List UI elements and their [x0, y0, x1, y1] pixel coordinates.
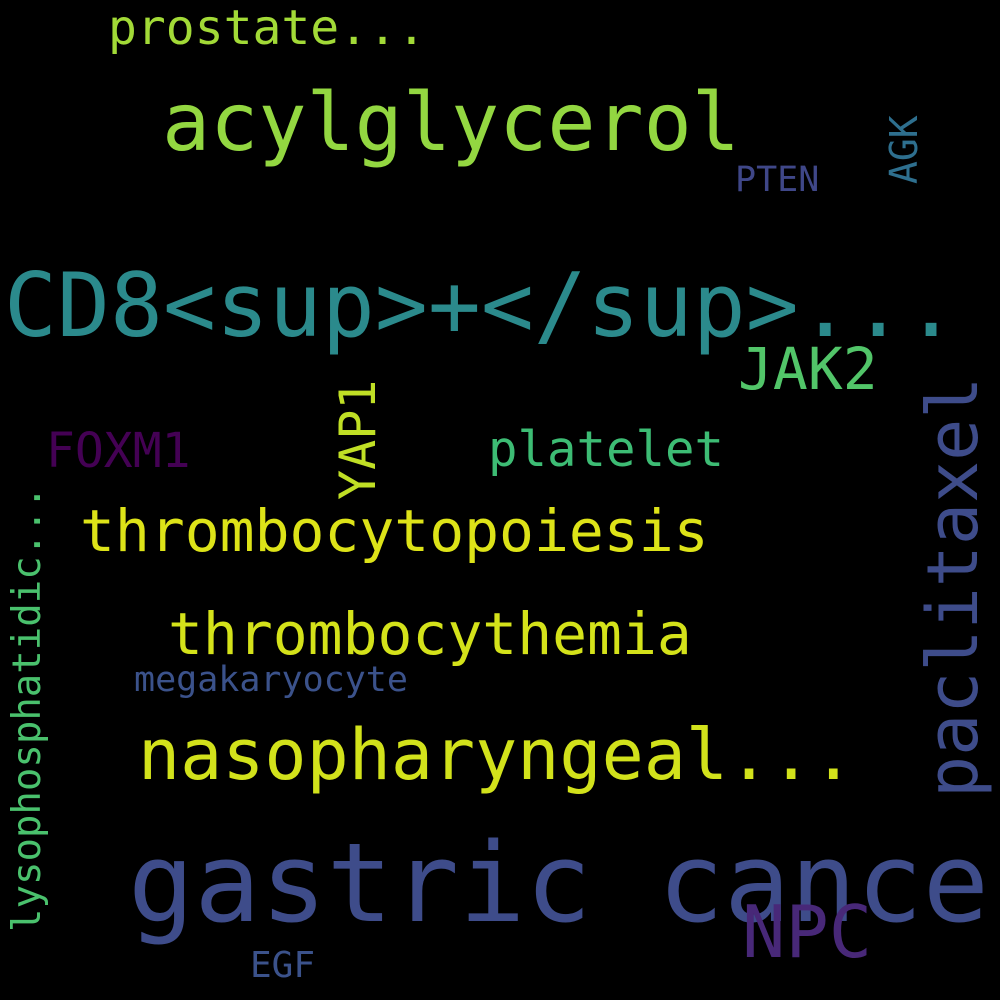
word-nasopharyngeal: nasopharyngeal...	[138, 714, 855, 796]
word-acylglycerol: acylglycerol	[162, 76, 740, 169]
word-prostate: prostate...	[108, 0, 426, 56]
word-paclitaxel: paclitaxel	[912, 376, 994, 798]
word-platelet: platelet	[488, 421, 725, 478]
word-megakaryocyte: megakaryocyte	[134, 660, 408, 700]
word-egf: EGF	[250, 945, 316, 986]
word-lysophosphatidic: lysophosphatidic...	[5, 485, 50, 932]
word-npc: NPC	[742, 890, 873, 974]
word-agk: AGK	[882, 115, 926, 184]
word-foxm1: FOXM1	[46, 423, 191, 479]
word-cloud: gastric cancer CD8<sup>+</sup>... acylgl…	[0, 0, 1000, 1000]
word-thrombocythemia: thrombocythemia	[168, 600, 692, 668]
word-jak2: JAK2	[738, 335, 878, 403]
word-thrombocytopoiesis: thrombocytopoiesis	[80, 497, 709, 565]
word-yap1: YAP1	[329, 379, 387, 500]
word-pten: PTEN	[735, 160, 820, 200]
